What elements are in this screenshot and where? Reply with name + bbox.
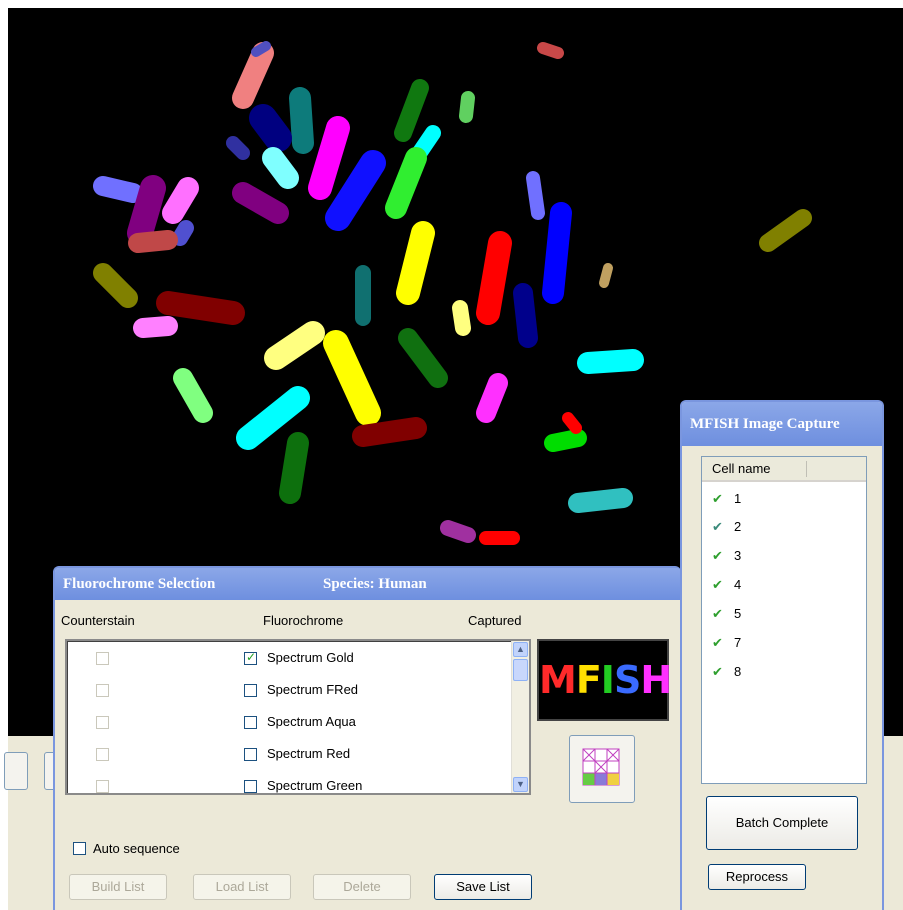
check-icon: ✔ — [712, 665, 723, 680]
counterstain-checkbox — [96, 716, 109, 729]
logo-letter: M — [539, 658, 577, 702]
auto-sequence-checkbox[interactable] — [73, 842, 86, 855]
panel-title: Fluorochrome Selection — [63, 576, 216, 592]
list-item[interactable]: ✔ 5 — [712, 604, 741, 624]
save-list-button[interactable]: Save List — [434, 874, 532, 900]
fluorochrome-checkbox[interactable] — [244, 716, 257, 729]
list-item[interactable]: ✔ 7 — [712, 633, 741, 653]
list-item[interactable]: ✔ 3 — [712, 546, 741, 566]
check-icon: ✔ — [712, 549, 723, 564]
counterstain-checkbox — [96, 684, 109, 697]
fluorochrome-list: Spectrum Gold Spectrum FRed Spectrum Aqu… — [65, 639, 531, 795]
fluorochrome-label: Spectrum Red — [267, 746, 351, 761]
fluorochrome-label: Spectrum FRed — [267, 682, 359, 697]
toolbar-button[interactable] — [4, 752, 28, 790]
auto-sequence-label: Auto sequence — [93, 841, 180, 856]
cell-name: 7 — [734, 635, 742, 650]
list-item: Spectrum Green — [67, 770, 511, 802]
list-item: Spectrum FRed — [67, 674, 511, 706]
fluorochrome-selection-panel: Fluorochrome Selection Species: Human Co… — [53, 566, 681, 910]
list-item[interactable]: ✔ 4 — [712, 575, 741, 595]
cell-name-header-label: Cell name — [712, 461, 771, 476]
panel-title: MFISH Image Capture — [682, 402, 882, 446]
counterstain-checkbox — [96, 748, 109, 761]
fluorochrome-label: Spectrum Green — [267, 778, 363, 793]
fluorochrome-checkbox[interactable] — [244, 650, 257, 665]
fluorochrome-checkbox[interactable] — [244, 684, 257, 697]
list-item[interactable]: ✔ 8 — [712, 662, 741, 682]
list-item: Spectrum Red — [67, 738, 511, 770]
counterstain-column-header: Counterstain — [61, 613, 135, 628]
species-label: Species: Human — [323, 576, 427, 592]
check-icon: ✔ — [712, 520, 723, 535]
fluorochrome-checkbox[interactable] — [244, 748, 257, 761]
counterstain-checkbox — [96, 652, 109, 665]
fluorochrome-column-header: Fluorochrome — [263, 613, 344, 628]
counterstain-checkbox — [96, 780, 109, 793]
scroll-up-icon[interactable]: ▲ — [513, 642, 528, 657]
fluorochrome-checkbox[interactable] — [244, 780, 257, 793]
check-icon: ✔ — [712, 492, 723, 507]
scroll-thumb[interactable] — [513, 659, 528, 681]
cell-name: 2 — [734, 519, 742, 534]
check-icon: ✔ — [712, 607, 723, 622]
scroll-down-icon[interactable]: ▼ — [513, 777, 528, 792]
list-item: Spectrum Aqua — [67, 706, 511, 738]
fluorochrome-panel-titlebar: Fluorochrome Selection Species: Human — [55, 568, 681, 600]
list-scrollbar[interactable]: ▲ ▼ — [511, 641, 529, 793]
load-list-button[interactable]: Load List — [193, 874, 291, 900]
logo-letter: H — [640, 658, 672, 702]
cell-name: 4 — [734, 577, 742, 592]
cell-name: 8 — [734, 664, 742, 679]
build-list-button[interactable]: Build List — [69, 874, 167, 900]
list-item[interactable]: ✔ 1 — [712, 489, 741, 509]
check-icon: ✔ — [712, 636, 723, 651]
cell-name: 1 — [734, 491, 742, 506]
logo-letter: S — [613, 658, 641, 702]
list-item[interactable]: ✔ 2 — [712, 517, 741, 537]
mfish-image-capture-panel: MFISH Image Capture Cell name ✔ 1 ✔ 2 ✔ 3 ✔… — [680, 400, 884, 910]
fluorochrome-label: Spectrum Aqua — [267, 714, 356, 729]
cell-name: 3 — [734, 548, 742, 563]
captured-column-header: Captured — [468, 613, 522, 628]
logo-letter: I — [600, 658, 615, 702]
delete-button[interactable]: Delete — [313, 874, 411, 900]
list-item: Spectrum Gold — [67, 642, 511, 674]
cell-list: Cell name ✔ 1 ✔ 2 ✔ 3 ✔ 4 ✔ 5 ✔ 7 ✔ 8 — [701, 456, 867, 784]
check-icon: ✔ — [712, 578, 723, 593]
logo-letter: F — [575, 658, 602, 702]
cell-name-column-header[interactable]: Cell name — [702, 457, 866, 482]
batch-complete-button[interactable]: Batch Complete — [706, 796, 858, 850]
mfish-logo: MFISH — [537, 639, 672, 721]
fluorochrome-label: Spectrum Gold — [267, 650, 354, 665]
reprocess-button[interactable]: Reprocess — [708, 864, 806, 890]
cell-name: 5 — [734, 606, 742, 621]
grid-icon[interactable] — [569, 735, 635, 803]
